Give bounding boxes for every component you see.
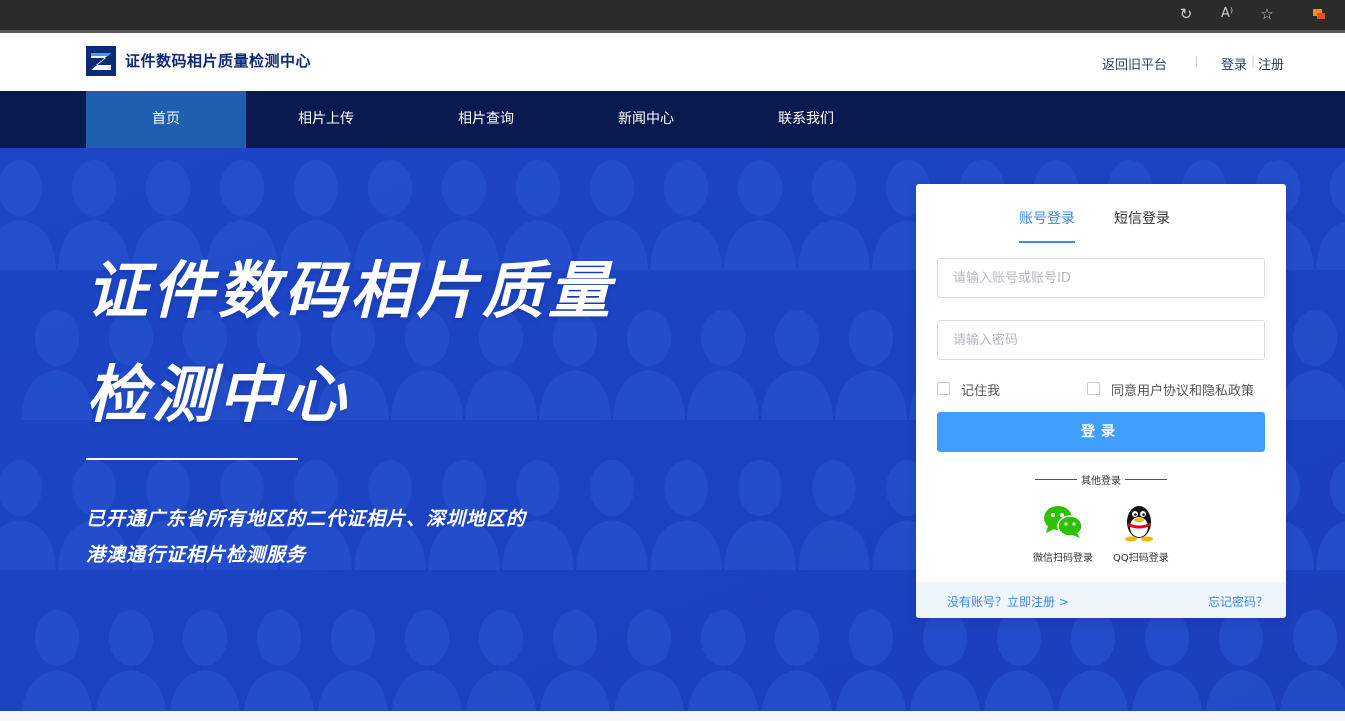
hero-description-line2: 港澳通行证相片检测服务	[86, 544, 307, 566]
login-register-divider: |	[1251, 54, 1256, 68]
login-link[interactable]: 登录	[1221, 54, 1247, 73]
remember-me-checkbox[interactable]	[937, 382, 950, 395]
page-bottom-strip	[0, 711, 1345, 721]
site-header: 证件数码相片质量检测中心 返回旧平台 登录 | 注册	[0, 33, 1345, 91]
forgot-password-link[interactable]: 忘记密码？	[1208, 593, 1268, 610]
read-aloud-icon[interactable]: A⁾	[1217, 4, 1237, 24]
nav-item-contact-us[interactable]: 联系我们	[726, 91, 886, 148]
other-login-label: 其他登录	[1081, 476, 1121, 487]
site-name[interactable]: 证件数码相片质量检测中心	[125, 50, 311, 71]
hero-banner: 证件数码相片质量 检测中心 已开通广东省所有地区的二代证相片、深圳地区的 港澳通…	[0, 148, 1345, 711]
hero-title-line2: 检测中心	[86, 358, 351, 431]
account-input[interactable]	[937, 258, 1265, 298]
other-login-rule-right	[1125, 479, 1167, 480]
agree-terms-label[interactable]: 同意用户协议和隐私政策	[1111, 380, 1254, 399]
tab-sms-login[interactable]: 短信登录	[1114, 208, 1170, 228]
hero-title-line1: 证件数码相片质量	[86, 254, 615, 327]
main-nav: 首页 相片上传 相片查询 新闻中心 联系我们	[0, 91, 1345, 148]
password-input[interactable]	[937, 320, 1265, 360]
wechat-login-icon[interactable]	[1040, 502, 1086, 542]
register-link[interactable]: 注册	[1258, 54, 1284, 73]
hero-description-line1: 已开通广东省所有地区的二代证相片、深圳地区的	[86, 508, 527, 530]
extension-icon[interactable]	[1309, 4, 1329, 24]
nav-item-home[interactable]: 首页	[86, 91, 246, 148]
login-submit-button[interactable]: 登录	[937, 412, 1265, 452]
register-now-link[interactable]: 没有账号？立即注册 >	[947, 593, 1069, 610]
nav-item-photo-query[interactable]: 相片查询	[406, 91, 566, 148]
nav-item-photo-upload[interactable]: 相片上传	[246, 91, 406, 148]
wechat-login-label[interactable]: 微信扫码登录	[1033, 549, 1093, 564]
tab-active-indicator	[1019, 241, 1075, 243]
qq-login-icon[interactable]	[1116, 502, 1162, 542]
browser-toolbar: ↻ A⁾ ☆	[0, 0, 1345, 30]
remember-me-label[interactable]: 记住我	[961, 380, 1000, 399]
refresh-sync-icon[interactable]: ↻	[1176, 4, 1196, 24]
login-card: 账号登录 短信登录 记住我 同意用户协议和隐私政策 登录 其他登录 微信扫码登录	[916, 184, 1286, 618]
site-logo-icon[interactable]	[86, 46, 116, 76]
header-divider	[1196, 56, 1197, 67]
tab-account-login[interactable]: 账号登录	[1019, 208, 1075, 228]
hero-divider	[86, 458, 298, 460]
nav-item-news-center[interactable]: 新闻中心	[566, 91, 726, 148]
favorite-star-icon[interactable]: ☆	[1257, 4, 1277, 24]
back-to-old-platform-link[interactable]: 返回旧平台	[1102, 54, 1167, 73]
agree-terms-checkbox[interactable]	[1087, 382, 1100, 395]
qq-login-label[interactable]: QQ扫码登录	[1113, 549, 1169, 564]
login-card-footer: 没有账号？立即注册 > 忘记密码？	[916, 582, 1286, 618]
